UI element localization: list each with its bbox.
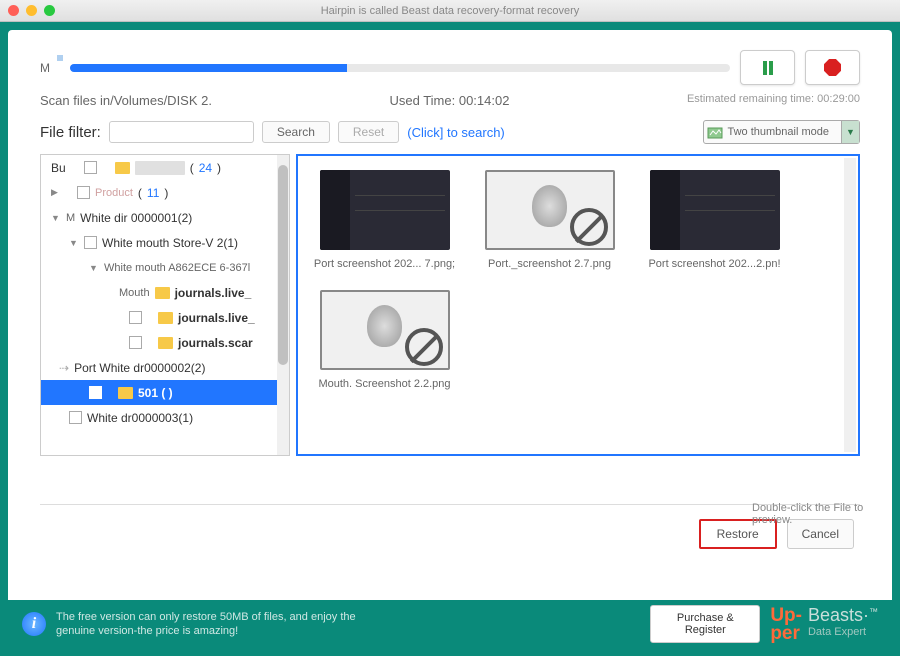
- click-search-hint[interactable]: (Click] to search): [407, 125, 505, 140]
- minimize-icon[interactable]: [26, 5, 37, 16]
- checkbox[interactable]: [69, 411, 82, 424]
- preview-hint: Double-click the File to preview.: [752, 502, 872, 526]
- filter-input[interactable]: [109, 121, 254, 143]
- thumbnail-caption: Port screenshot 202... 7.png;: [314, 258, 455, 270]
- brand-upper: Up- per: [770, 607, 802, 643]
- titlebar: Hairpin is called Beast data recovery-fo…: [0, 0, 900, 22]
- pause-button[interactable]: [740, 50, 795, 85]
- brand-name: Beasts·: [808, 605, 869, 625]
- thumbnail-caption: Mouth. Screenshot 2.2.png: [318, 378, 450, 390]
- balloon-icon: [525, 185, 575, 235]
- used-time: Used Time: 00:14:02: [389, 93, 509, 108]
- folder-tree[interactable]: Bu (24) ▶ Product (11): [40, 154, 290, 456]
- folder-icon: [155, 287, 170, 299]
- collapse-icon[interactable]: ▼: [89, 263, 99, 273]
- zoom-icon[interactable]: [44, 5, 55, 16]
- tree-row[interactable]: Mouth journals.live_: [41, 280, 289, 305]
- thumbnail-image: [320, 170, 450, 250]
- no-preview-icon: [570, 208, 608, 246]
- folder-icon: [118, 387, 133, 399]
- no-preview-icon: [405, 328, 443, 366]
- thumbnail-caption: Port._screenshot 2.7.png: [488, 258, 611, 270]
- outer-frame: M Scan files in/Volumes/DISK 2. Used Tim…: [0, 22, 900, 656]
- folder-icon: [158, 337, 173, 349]
- tree-row[interactable]: ▼ White mouth A862ECE 6-367l: [41, 255, 289, 280]
- thumbnail-image: [650, 170, 780, 250]
- info-row: Scan files in/Volumes/DISK 2. Used Time:…: [40, 93, 860, 108]
- thumbnail-image: [485, 170, 615, 250]
- tree-row[interactable]: ▼ White mouth Store-V 2(1): [41, 230, 289, 255]
- view-mode-select[interactable]: Two thumbnail mode ▼: [703, 120, 861, 144]
- thumbnail-item[interactable]: Port screenshot 202... 7.png;: [312, 170, 457, 270]
- tree-row[interactable]: Bu (24): [41, 155, 289, 180]
- tree-row[interactable]: journals.scar: [41, 330, 289, 355]
- traffic-lights: [8, 5, 55, 16]
- chevron-down-icon[interactable]: ▼: [841, 121, 859, 143]
- search-button[interactable]: Search: [262, 121, 330, 143]
- est-time: Estimated remaining time: 00:29:00: [687, 93, 860, 108]
- info-icon: i: [22, 612, 46, 636]
- checkbox[interactable]: [84, 161, 97, 174]
- window-title: Hairpin is called Beast data recovery-fo…: [321, 5, 580, 17]
- reset-button[interactable]: Reset: [338, 121, 399, 143]
- brand: Up- per Beasts·™ Data Expert: [770, 605, 878, 643]
- folder-icon: [135, 161, 185, 175]
- view-mode-label: Two thumbnail mode: [726, 126, 842, 138]
- collapse-icon[interactable]: ▼: [69, 238, 79, 248]
- filter-row: File filter: Search Reset (Click] to sea…: [40, 120, 860, 144]
- collapse-icon[interactable]: ▼: [51, 213, 61, 223]
- progress-label: M: [40, 61, 60, 75]
- thumbs-scrollbar[interactable]: [844, 158, 856, 452]
- action-row: Restore Cancel: [40, 519, 860, 549]
- app-window: Hairpin is called Beast data recovery-fo…: [0, 0, 900, 656]
- thumbnail-caption: Port screenshot 202...2.pn!: [648, 258, 780, 270]
- pause-icon: [763, 61, 773, 75]
- close-icon[interactable]: [8, 5, 19, 16]
- thumbnail-item[interactable]: Mouth. Screenshot 2.2.png: [312, 290, 457, 390]
- divider: [40, 504, 860, 505]
- tree-row[interactable]: White dr0000003(1): [41, 405, 289, 430]
- thumbnail-image: [320, 290, 450, 370]
- tree-row[interactable]: journals.live_: [41, 305, 289, 330]
- thumbnail-grid: Port screenshot 202... 7.png; Port._scre…: [296, 154, 860, 456]
- thumbnail-item[interactable]: Port._screenshot 2.7.png: [477, 170, 622, 270]
- main-panel: M Scan files in/Volumes/DISK 2. Used Tim…: [8, 30, 892, 648]
- scrollbar-thumb[interactable]: [278, 165, 288, 365]
- scan-path: Scan files in/Volumes/DISK 2.: [40, 93, 212, 108]
- tree-row-selected[interactable]: 501 ( ): [41, 380, 289, 405]
- stop-icon: [824, 59, 841, 76]
- folder-icon: [158, 312, 173, 324]
- progress-fill: [70, 64, 347, 72]
- stop-button[interactable]: [805, 50, 860, 85]
- thumbnail-item[interactable]: Port screenshot 202...2.pn!: [642, 170, 787, 270]
- checkbox[interactable]: [89, 386, 102, 399]
- main-area: Bu (24) ▶ Product (11): [40, 154, 860, 456]
- footer-text: The free version can only restore 50MB o…: [56, 610, 376, 639]
- thumbnail-icon: [704, 121, 726, 143]
- footer-bar: i The free version can only restore 50MB…: [8, 600, 892, 648]
- progress-bar: [70, 64, 730, 72]
- checkbox[interactable]: [84, 236, 97, 249]
- tree-row[interactable]: ▼ M White dir 0000001(2): [41, 205, 289, 230]
- tree-row[interactable]: ▶ Product (11): [41, 180, 289, 205]
- tree-scrollbar[interactable]: [277, 155, 289, 455]
- tree-row[interactable]: ⇢ Port White dr0000002(2): [41, 355, 289, 380]
- expand-icon[interactable]: ▶: [51, 187, 61, 198]
- checkbox[interactable]: [77, 186, 90, 199]
- filter-label: File filter:: [40, 124, 101, 141]
- checkbox[interactable]: [129, 336, 142, 349]
- purchase-button[interactable]: Purchase & Register: [650, 605, 760, 643]
- folder-icon: [115, 162, 130, 174]
- brand-subtitle: Data Expert: [808, 626, 878, 638]
- checkbox[interactable]: [129, 311, 142, 324]
- progress-row: M: [40, 50, 860, 85]
- balloon-icon: [360, 305, 410, 355]
